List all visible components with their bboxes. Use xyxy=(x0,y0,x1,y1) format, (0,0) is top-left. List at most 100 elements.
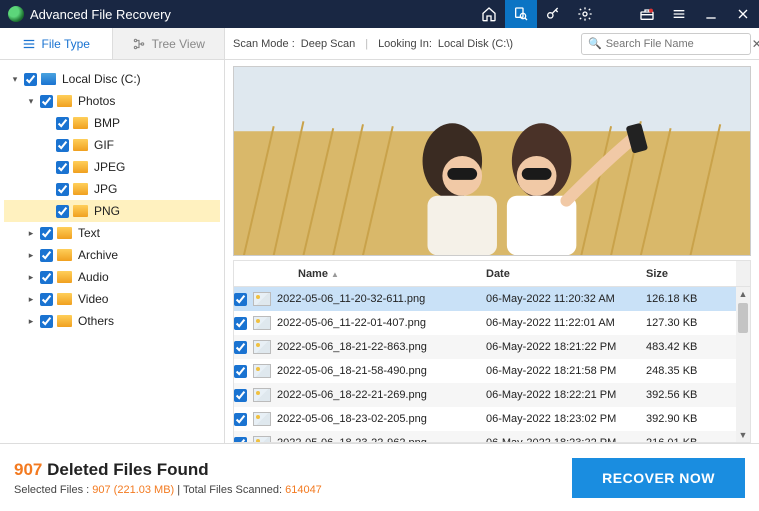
sidebar-tabs: File Type Tree View xyxy=(0,28,224,60)
row-check[interactable] xyxy=(234,341,247,354)
deleted-files-title: 907 Deleted Files Found xyxy=(14,460,322,480)
row-check[interactable] xyxy=(234,437,247,443)
tree-check-archive[interactable] xyxy=(40,249,53,262)
row-check[interactable] xyxy=(234,413,247,426)
toolbox-button[interactable] xyxy=(631,0,663,28)
row-date: 06-May-2022 18:21:22 PM xyxy=(486,341,646,353)
row-size: 216.01 KB xyxy=(646,437,736,442)
row-check[interactable] xyxy=(234,365,247,378)
tab-tree-view[interactable]: Tree View xyxy=(113,28,225,59)
titlebar: Advanced File Recovery xyxy=(0,0,759,28)
main-panel: Scan Mode : Deep Scan | Looking In: Loca… xyxy=(225,28,759,443)
image-preview xyxy=(233,66,751,256)
row-size: 392.56 KB xyxy=(646,389,736,401)
tree-node-video[interactable]: ▸Video xyxy=(4,288,220,310)
tree-node-gif[interactable]: GIF xyxy=(4,134,220,156)
table-row[interactable]: 2022-05-06_18-23-22-962.png06-May-2022 1… xyxy=(234,431,750,442)
scan-mode-label: Scan Mode : xyxy=(233,38,295,50)
tree-check-audio[interactable] xyxy=(40,271,53,284)
file-tree: ▾Local Disc (C:) ▾Photos BMP GIF JPEG JP… xyxy=(0,60,224,443)
tree-node-text[interactable]: ▸Text xyxy=(4,222,220,244)
scan-button[interactable] xyxy=(505,0,537,28)
home-button[interactable] xyxy=(473,0,505,28)
row-name: 2022-05-06_11-20-32-611.png xyxy=(277,293,486,305)
folder-icon xyxy=(41,73,56,85)
file-table: Name Date Size 2022-05-06_11-20-32-611.p… xyxy=(233,260,751,443)
close-button[interactable] xyxy=(727,0,759,28)
row-name: 2022-05-06_18-23-02-205.png xyxy=(277,413,486,425)
folder-icon xyxy=(57,271,72,283)
recover-button[interactable]: RECOVER NOW xyxy=(572,458,745,498)
tree-node-others[interactable]: ▸Others xyxy=(4,310,220,332)
table-row[interactable]: 2022-05-06_18-22-21-269.png06-May-2022 1… xyxy=(234,383,750,407)
tab-file-type-label: File Type xyxy=(42,37,90,51)
row-size: 483.42 KB xyxy=(646,341,736,353)
looking-in-value: Local Disk (C:\) xyxy=(438,38,513,50)
image-file-icon xyxy=(253,364,271,378)
scroll-down-icon[interactable]: ▼ xyxy=(736,428,750,442)
folder-icon xyxy=(73,205,88,217)
tree-check-root[interactable] xyxy=(24,73,37,86)
tree-check-text[interactable] xyxy=(40,227,53,240)
folder-icon xyxy=(57,249,72,261)
row-name: 2022-05-06_11-22-01-407.png xyxy=(277,317,486,329)
clear-search-icon[interactable]: ✕ xyxy=(752,37,759,51)
image-file-icon xyxy=(253,388,271,402)
tree-check-video[interactable] xyxy=(40,293,53,306)
folder-icon xyxy=(73,161,88,173)
minimize-button[interactable] xyxy=(695,0,727,28)
row-check[interactable] xyxy=(234,293,247,306)
settings-button[interactable] xyxy=(569,0,601,28)
col-date[interactable]: Date xyxy=(486,268,646,280)
image-file-icon xyxy=(253,316,271,330)
scrollbar[interactable]: ▲ ▼ xyxy=(736,287,750,442)
table-row[interactable]: 2022-05-06_18-21-58-490.png06-May-2022 1… xyxy=(234,359,750,383)
tree-node-bmp[interactable]: BMP xyxy=(4,112,220,134)
tree-node-jpeg[interactable]: JPEG xyxy=(4,156,220,178)
row-size: 127.30 KB xyxy=(646,317,736,329)
row-size: 392.90 KB xyxy=(646,413,736,425)
row-size: 126.18 KB xyxy=(646,293,736,305)
table-row[interactable]: 2022-05-06_11-22-01-407.png06-May-2022 1… xyxy=(234,311,750,335)
tree-node-photos[interactable]: ▾Photos xyxy=(4,90,220,112)
scroll-thumb[interactable] xyxy=(738,303,748,333)
row-check[interactable] xyxy=(234,389,247,402)
tree-check-png[interactable] xyxy=(56,205,69,218)
folder-icon xyxy=(73,117,88,129)
row-date: 06-May-2022 11:22:01 AM xyxy=(486,317,646,329)
tree-check-others[interactable] xyxy=(40,315,53,328)
folder-icon xyxy=(57,227,72,239)
row-check[interactable] xyxy=(234,317,247,330)
folder-icon xyxy=(73,183,88,195)
search-input[interactable] xyxy=(606,38,748,50)
tree-node-jpg[interactable]: JPG xyxy=(4,178,220,200)
search-icon: 🔍 xyxy=(588,37,602,50)
table-row[interactable]: 2022-05-06_11-20-32-611.png06-May-2022 1… xyxy=(234,287,750,311)
tree-check-gif[interactable] xyxy=(56,139,69,152)
image-file-icon xyxy=(253,412,271,426)
table-row[interactable]: 2022-05-06_18-23-02-205.png06-May-2022 1… xyxy=(234,407,750,431)
tree-node-root[interactable]: ▾Local Disc (C:) xyxy=(4,68,220,90)
tree-check-jpeg[interactable] xyxy=(56,161,69,174)
tree-node-png[interactable]: PNG xyxy=(4,200,220,222)
row-name: 2022-05-06_18-23-22-962.png xyxy=(277,437,486,442)
table-header: Name Date Size xyxy=(234,261,750,287)
folder-icon xyxy=(57,95,72,107)
col-size[interactable]: Size xyxy=(646,268,736,280)
key-button[interactable] xyxy=(537,0,569,28)
tab-file-type[interactable]: File Type xyxy=(0,28,113,59)
app-logo-icon xyxy=(8,6,24,22)
app-title: Advanced File Recovery xyxy=(30,7,171,22)
menu-button[interactable] xyxy=(663,0,695,28)
image-file-icon xyxy=(253,436,271,442)
tree-check-jpg[interactable] xyxy=(56,183,69,196)
table-row[interactable]: 2022-05-06_18-21-22-863.png06-May-2022 1… xyxy=(234,335,750,359)
tree-node-audio[interactable]: ▸Audio xyxy=(4,266,220,288)
tree-check-bmp[interactable] xyxy=(56,117,69,130)
scroll-up-icon[interactable]: ▲ xyxy=(736,287,750,301)
tree-check-photos[interactable] xyxy=(40,95,53,108)
col-name[interactable]: Name xyxy=(298,268,486,280)
tree-node-archive[interactable]: ▸Archive xyxy=(4,244,220,266)
search-box[interactable]: 🔍 ✕ xyxy=(581,33,751,55)
folder-icon xyxy=(73,139,88,151)
